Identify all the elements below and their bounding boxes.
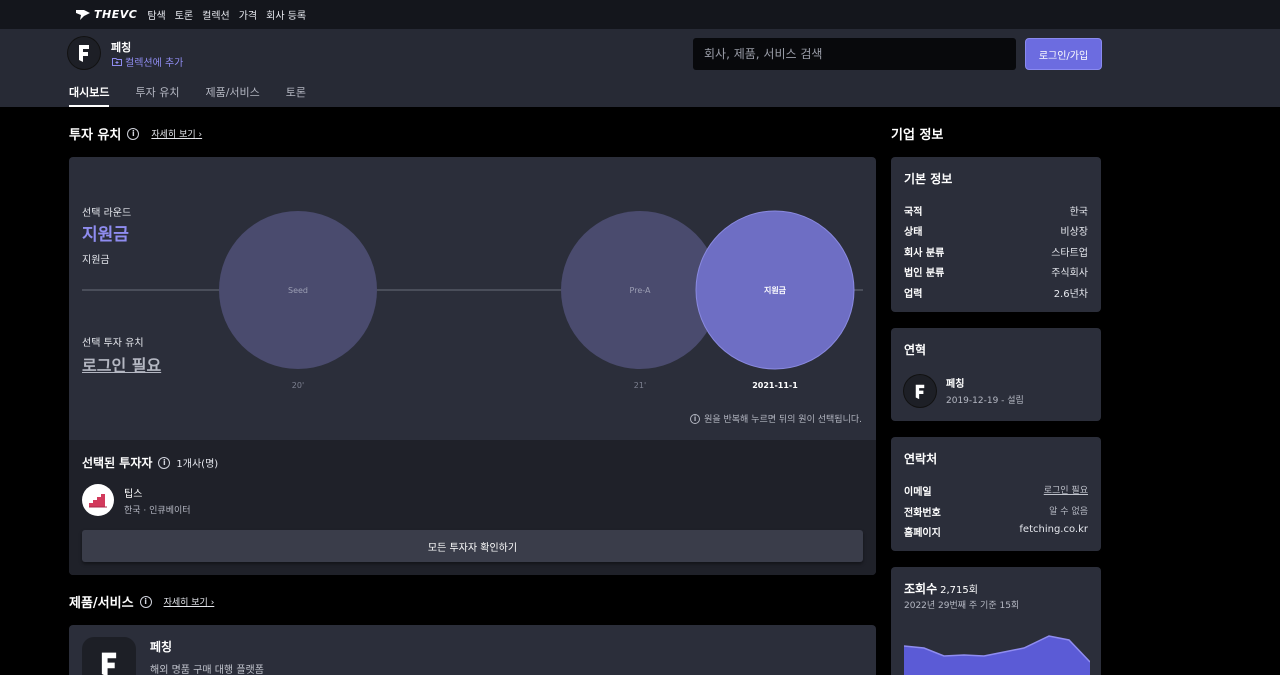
brand-name: THEVC — [94, 8, 138, 21]
folder-add-icon — [112, 58, 122, 66]
contact-row-phone: 전화번호 알 수 없음 — [904, 507, 1088, 519]
product-card[interactable]: 페칭 해외 명품 구매 대행 플랫폼 — [69, 625, 876, 675]
views-sub: 2022년 29번째 주 기준 15회 — [904, 601, 1020, 611]
brand-mark-icon — [75, 9, 91, 21]
info-row-corp-type: 법인 분류 주식회사 — [904, 268, 1088, 279]
bubble-hint: i 원을 반복해 누르면 뒤의 원이 선택됩니다. — [690, 412, 862, 425]
basic-info-card: 기본 정보 국적 한국 상태 비상장 회사 분류 스타트업 법인 분류 주식회사 업력 2… — [891, 157, 1101, 312]
company-logo-icon — [915, 384, 925, 399]
info-icon[interactable]: i — [139, 595, 152, 608]
homepage-link[interactable]: fetching.co.kr — [1019, 524, 1088, 539]
investment-section-title: 투자 유치 i 자세히 보기 › — [69, 124, 202, 143]
nav-link-pricing[interactable]: 가격 — [239, 7, 257, 22]
views-card: 조회수 2,715회 2022년 29번째 주 기준 15회 — [891, 567, 1101, 675]
company-header: 페칭 컬렉션에 추가 로그인/가입 대시보드 투자 유치 제품/서비스 토론 — [0, 29, 1280, 107]
info-row-company-type: 회사 분류 스타트업 — [904, 248, 1088, 259]
history-card: 연혁 페칭 2019-12-19 - 설립 — [891, 328, 1101, 421]
round-date-seed: 20' — [292, 381, 304, 390]
company-tabs: 대시보드 투자 유치 제품/서비스 토론 — [69, 84, 332, 107]
info-icon: i — [690, 413, 701, 424]
investment-more-link[interactable]: 자세히 보기 › — [151, 127, 202, 140]
info-row-age: 업력 2.6년차 — [904, 289, 1088, 300]
selected-investors-count: 1개사(명) — [176, 459, 219, 470]
basic-info-title: 기본 정보 — [904, 172, 953, 186]
tab-discussion[interactable]: 토론 — [286, 84, 306, 107]
company-logo-icon — [79, 45, 89, 62]
products-more-link[interactable]: 자세히 보기 › — [164, 595, 215, 608]
round-label-pre-a: Pre-A — [630, 286, 651, 295]
selected-round-name: 지원금 — [82, 225, 129, 245]
info-row-status: 상태 비상장 — [904, 227, 1088, 238]
products-title: 제품/서비스 — [69, 596, 134, 611]
views-sparkline — [904, 635, 1090, 675]
history-logo — [904, 375, 936, 407]
all-investors-button[interactable]: 모든 투자자 확인하기 — [82, 530, 863, 562]
contact-title: 연락처 — [904, 452, 938, 466]
history-name: 페칭 — [946, 379, 965, 390]
info-icon[interactable]: i — [158, 456, 171, 469]
nav-link-register-company[interactable]: 회사 등록 — [266, 7, 306, 22]
investor-name[interactable]: 팁스 — [124, 485, 142, 500]
product-logo — [82, 637, 136, 675]
product-desc: 해외 명품 구매 대행 플랫폼 — [150, 665, 264, 675]
company-info-title: 기업 정보 — [891, 128, 944, 143]
search-input[interactable] — [693, 38, 1016, 70]
top-nav: THEVC 탐색 토론 컬렉션 가격 회사 등록 — [0, 0, 1280, 29]
tab-dashboard[interactable]: 대시보드 — [69, 84, 110, 107]
login-required-link[interactable]: 로그인 필요 — [82, 352, 161, 376]
product-logo-icon — [101, 652, 117, 675]
selected-investors-title: 선택된 투자자 — [82, 456, 153, 470]
info-icon[interactable]: i — [127, 127, 140, 140]
tab-products[interactable]: 제품/서비스 — [205, 84, 259, 107]
contact-card: 연락처 이메일 로그인 필요 전화번호 알 수 없음 홈페이지 fetching.co… — [891, 437, 1101, 551]
products-section-title: 제품/서비스 i 자세히 보기 › — [69, 592, 214, 611]
views-heading: 조회수 2,715회 — [904, 582, 978, 596]
email-login-link[interactable]: 로그인 필요 — [1044, 483, 1088, 498]
bubble-hint-text: 원을 반복해 누르면 뒤의 원이 선택됩니다. — [704, 415, 862, 425]
info-row-nationality: 국적 한국 — [904, 207, 1088, 218]
selected-investment-label: 선택 투자 유치 — [82, 338, 144, 349]
round-label-grant: 지원금 — [764, 285, 787, 295]
investment-card: Seed Pre-A 지원금 20' 21' 2021-11-1 선택 라운드 … — [69, 157, 876, 575]
contact-row-email: 이메일 로그인 필요 — [904, 483, 1088, 498]
nav-link-discussion[interactable]: 토론 — [175, 7, 193, 22]
history-title: 연혁 — [904, 343, 927, 357]
investor-desc: 한국 · 인큐베이터 — [124, 506, 191, 516]
brand-logo[interactable]: THEVC — [75, 8, 137, 21]
selected-round-sub: 지원금 — [82, 255, 110, 266]
nav-link-collection[interactable]: 컬렉션 — [202, 7, 230, 22]
selected-round-label: 선택 라운드 — [82, 208, 132, 219]
add-to-collection-label: 컬렉션에 추가 — [125, 58, 184, 69]
selected-investors-heading: 선택된 투자자 i 1개사(명) — [82, 454, 218, 471]
product-name[interactable]: 페칭 — [150, 638, 172, 655]
tab-investment[interactable]: 투자 유치 — [135, 84, 179, 107]
company-name: 페칭 — [111, 41, 132, 54]
round-date-pre-a: 21' — [634, 381, 646, 390]
add-to-collection-link[interactable]: 컬렉션에 추가 — [112, 54, 183, 69]
login-signup-button[interactable]: 로그인/가입 — [1025, 38, 1102, 70]
investor-logo[interactable] — [82, 484, 114, 516]
history-date: 2019-12-19 - 설립 — [946, 396, 1024, 406]
tips-logo-icon — [89, 494, 107, 508]
company-avatar — [68, 37, 100, 69]
round-bubble-chart: Seed Pre-A 지원금 20' 21' 2021-11-1 — [82, 210, 863, 390]
investment-title: 투자 유치 — [69, 128, 122, 143]
nav-link-explore[interactable]: 탐색 — [147, 7, 165, 22]
round-date-grant: 2021-11-1 — [752, 381, 798, 390]
views-total: 2,715회 — [940, 585, 978, 596]
round-label-seed: Seed — [288, 286, 308, 295]
contact-row-homepage: 홈페이지 fetching.co.kr — [904, 524, 1088, 539]
